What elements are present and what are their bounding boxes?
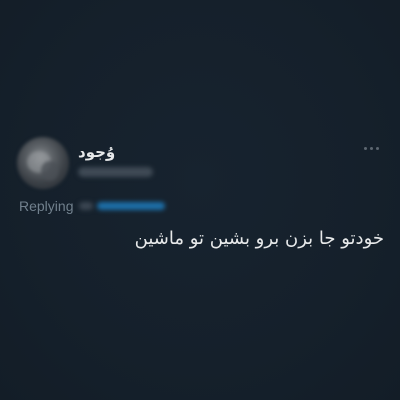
reply-to-prefix: [79, 202, 94, 210]
reply-to-link[interactable]: [97, 202, 166, 210]
avatar[interactable]: [17, 137, 69, 189]
author-handle-blurred[interactable]: [78, 167, 153, 177]
more-horizontal-icon[interactable]: [364, 147, 379, 150]
tweet-text: خودتو جا بزن برو بشین تو ماشین: [134, 228, 384, 249]
dot: [370, 147, 373, 150]
replying-label: Replying: [19, 198, 74, 214]
tweet-card: وُجود Replying خودتو جا بزن برو بشین تو …: [0, 0, 400, 400]
avatar-detail: [41, 161, 59, 181]
author-display-name[interactable]: وُجود: [78, 143, 115, 161]
dot: [364, 147, 367, 150]
dot: [376, 147, 379, 150]
replying-to-row: Replying: [19, 197, 166, 215]
reply-to-handle-blurred[interactable]: [79, 202, 166, 211]
